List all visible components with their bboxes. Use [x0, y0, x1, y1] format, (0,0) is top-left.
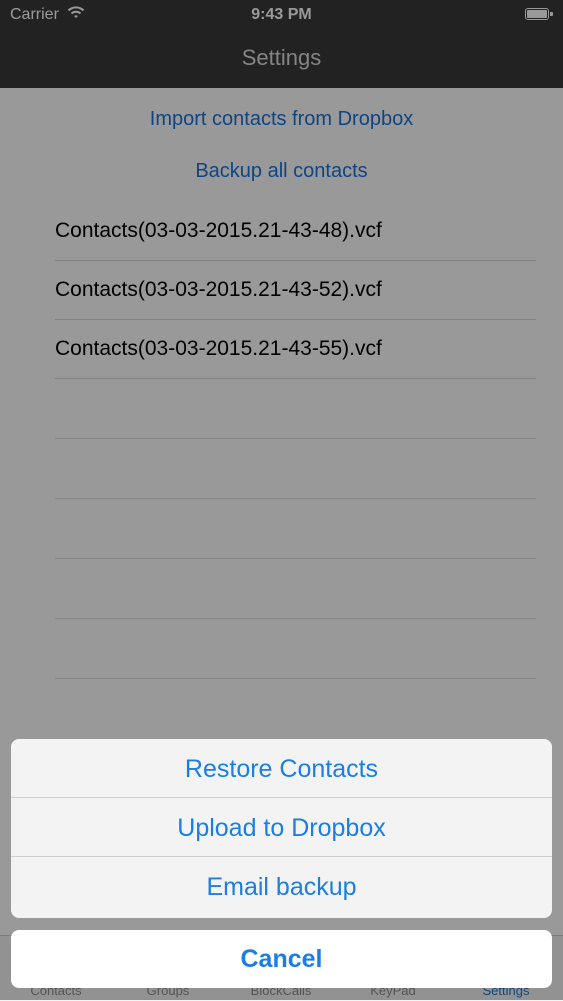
upload-to-dropbox-button[interactable]: Upload to Dropbox: [11, 798, 552, 857]
cancel-button[interactable]: Cancel: [11, 930, 552, 988]
email-backup-button[interactable]: Email backup: [11, 857, 552, 918]
restore-contacts-button[interactable]: Restore Contacts: [11, 739, 552, 798]
action-sheet: Restore Contacts Upload to Dropbox Email…: [11, 739, 552, 918]
